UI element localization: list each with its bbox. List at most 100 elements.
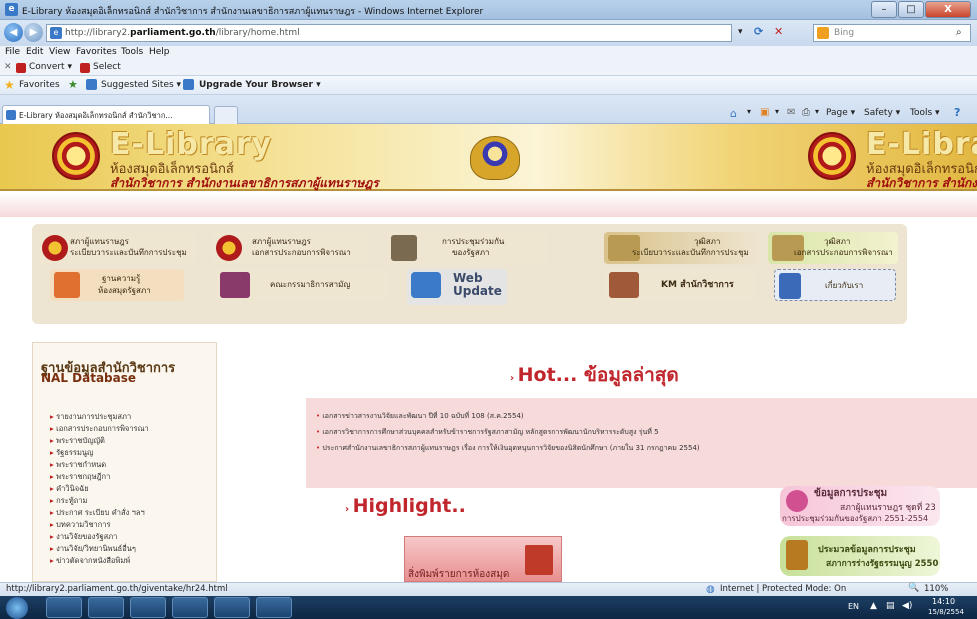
sidebar-link[interactable]: กระทู้ถาม xyxy=(50,495,87,507)
menu-tile-standing-committee[interactable]: คณะกรรมาธิการสามัญ xyxy=(216,269,388,301)
sidebar-link[interactable]: พระราชกฤษฎีกา xyxy=(50,471,110,483)
favorites-button[interactable]: Favorites xyxy=(19,80,60,90)
menu-edit[interactable]: Edit xyxy=(26,47,43,57)
taskbar-ie-icon[interactable] xyxy=(46,597,82,618)
news-item[interactable]: ประกาศสำนักงานเลขาธิการสภาผู้แทนราษฎร เร… xyxy=(316,443,699,454)
home-dropdown-icon[interactable]: ▾ xyxy=(747,107,751,116)
suggested-sites-link[interactable]: Suggested Sites ▾ xyxy=(101,80,181,90)
menu-tile-knowledge-base[interactable]: ฐานความรู้ ห้องสมุดรัฐสภา xyxy=(50,269,184,301)
tab-page-icon xyxy=(6,110,16,120)
panel-line2: สภาการร่างรัฐธรรมนูญ 2550 xyxy=(826,559,939,569)
favorites-star-icon: ★ xyxy=(4,78,15,92)
print-dropdown-icon[interactable]: ▾ xyxy=(815,107,819,116)
menu-view[interactable]: View xyxy=(49,47,70,57)
security-zone[interactable]: Internet | Protected Mode: On xyxy=(720,584,846,594)
sidebar-link[interactable]: รายงานการประชุมสภา xyxy=(50,411,131,423)
sidebar-link[interactable]: พระราชกำหนด xyxy=(50,459,106,471)
tray-arrow-icon[interactable]: ▲ xyxy=(870,601,877,611)
language-indicator[interactable]: EN xyxy=(848,602,859,611)
menu-tile-km[interactable]: KM สำนักวิชาการ xyxy=(605,269,755,301)
news-item[interactable]: เอกสารวิชาการการศึกษาส่วนบุคคลสำหรับข้าร… xyxy=(316,427,658,438)
feeds-icon[interactable]: ▣ xyxy=(760,107,769,118)
address-dropdown-icon[interactable]: ▾ xyxy=(738,27,743,37)
select-button[interactable]: Select xyxy=(93,62,121,72)
maximize-button[interactable]: □ xyxy=(898,1,924,18)
taskbar-word-icon[interactable] xyxy=(214,597,250,618)
banner-org: สำนักวิชาการ สำนักงานเลขาธิการสภาผู้แทนร… xyxy=(110,176,379,190)
menu-tools[interactable]: Tools xyxy=(121,47,143,57)
menu-help[interactable]: Help xyxy=(149,47,170,57)
meeting-info-panel[interactable]: ข้อมูลการประชุม สภาผู้แทนราษฎร ชุดที่ 23… xyxy=(780,486,940,526)
taskbar-explorer-icon[interactable] xyxy=(88,597,124,618)
menu-tile-about-us[interactable]: เกี่ยวกับเรา xyxy=(774,269,896,301)
address-bar[interactable]: e http://library2.parliament.go.th/libra… xyxy=(46,24,732,42)
menu-tile-hr-documents[interactable]: สภาผู้แทนราษฎร เอกสารประกอบการพิจารณา xyxy=(212,232,370,264)
print-icon[interactable]: ⎙ xyxy=(802,107,810,118)
convert-toolbar: ✕ Convert ▾ Select xyxy=(0,60,977,76)
hot-news-heading: › Hot... ข้อมูลล่าสุด xyxy=(510,364,679,386)
tile-line1: เกี่ยวกับเรา xyxy=(825,281,864,290)
zoom-level[interactable]: 110% xyxy=(924,584,948,594)
taskbar-app-icon[interactable] xyxy=(172,597,208,618)
close-button[interactable]: X xyxy=(925,1,971,18)
upgrade-browser-link[interactable]: Upgrade Your Browser ▾ xyxy=(199,80,321,90)
forward-icon[interactable]: ▶ xyxy=(24,23,43,42)
back-icon[interactable]: ◀ xyxy=(4,23,23,42)
menu-bar: File Edit View Favorites Tools Help xyxy=(0,46,977,60)
menu-favorites[interactable]: Favorites xyxy=(76,47,117,57)
start-button[interactable] xyxy=(6,597,28,619)
network-icon[interactable]: ▤ xyxy=(886,601,895,611)
menu-tile-web-update[interactable]: Web Update xyxy=(407,269,507,305)
hr-seal-icon xyxy=(216,235,242,261)
page-menu[interactable]: Page ▾ xyxy=(826,108,855,118)
address-row: ◀ ▶ e http://library2.parliament.go.th/l… xyxy=(0,20,977,46)
favorites-bar: ★ Favorites ★ Suggested Sites ▾ Upgrade … xyxy=(0,76,977,95)
close-toolbar-icon[interactable]: ✕ xyxy=(4,62,12,72)
mail-icon[interactable]: ✉ xyxy=(787,107,795,118)
menu-file[interactable]: File xyxy=(5,47,20,57)
tile-line2: ของรัฐสภา xyxy=(452,248,490,257)
tab-e-library[interactable]: E-Library ห้องสมุดอิเล็กทรอนิกส์ สำนักวิ… xyxy=(2,105,210,124)
title-bar: e E-Library ห้องสมุดอิเล็กทรอนิกส์ สำนัก… xyxy=(0,0,977,20)
news-item[interactable]: เอกสารข่าวสารงานวิจัยและพัฒนา ปีที่ 10 ฉ… xyxy=(316,411,523,422)
sidebar-link[interactable]: บทความวิชาการ xyxy=(50,519,110,531)
clock-date[interactable]: 15/8/2554 xyxy=(928,608,964,616)
taskbar-media-icon[interactable] xyxy=(130,597,166,618)
refresh-icon[interactable]: ⟳ xyxy=(754,25,763,38)
sidebar-link[interactable]: งานวิจัย/วิทยานิพนธ์อื่นๆ xyxy=(50,543,136,555)
committee-icon xyxy=(220,272,250,298)
add-favorite-icon[interactable]: ★ xyxy=(68,78,78,91)
sidebar-link[interactable]: งานวิจัยของรัฐสภา xyxy=(50,531,117,543)
menu-tile-senate-minutes[interactable]: วุฒิสภา ระเบียบวาระและบันทึกการประชุม xyxy=(604,232,764,264)
menu-tile-senate-documents[interactable]: วุฒิสภา เอกสารประกอบการพิจารณา xyxy=(768,232,898,264)
bing-icon xyxy=(817,27,829,39)
tile-line2: ห้องสมุดรัฐสภา xyxy=(98,286,151,295)
feeds-dropdown-icon[interactable]: ▾ xyxy=(775,107,779,116)
taskbar-app2-icon[interactable] xyxy=(256,597,292,618)
sidebar-link[interactable]: เอกสารประกอบการพิจารณา xyxy=(50,423,149,435)
new-tab-button[interactable] xyxy=(214,106,238,124)
convert-button[interactable]: Convert ▾ xyxy=(29,62,72,72)
constitution-panel[interactable]: ประมวลข้อมูลการประชุม สภาการร่างรัฐธรรมน… xyxy=(780,536,940,576)
minimize-button[interactable]: – xyxy=(871,1,897,18)
home-icon[interactable]: ⌂ xyxy=(730,107,737,120)
status-link-url: http://library2.parliament.go.th/giventa… xyxy=(6,584,228,594)
stop-icon[interactable]: ✕ xyxy=(774,25,783,38)
help-icon[interactable]: ? xyxy=(954,106,960,119)
sidebar-link[interactable]: คำวินิจฉัย xyxy=(50,483,88,495)
pink-band xyxy=(0,193,977,217)
sidebar-link[interactable]: พระราชบัญญัติ xyxy=(50,435,105,447)
search-icon[interactable]: ⌕ xyxy=(956,27,962,38)
menu-tile-hr-minutes[interactable]: สภาผู้แทนราษฎร ระเบียบวาระและบันทึกการปร… xyxy=(38,232,196,264)
safety-menu[interactable]: Safety ▾ xyxy=(864,108,900,118)
menu-tile-joint-session[interactable]: การประชุมร่วมกัน ของรัฐสภา xyxy=(387,232,547,264)
panel-title: ข้อมูลการประชุม xyxy=(814,488,888,499)
sidebar-link[interactable]: ประกาศ ระเบียบ คำสั่ง ฯลฯ xyxy=(50,507,145,519)
tools-menu[interactable]: Tools ▾ xyxy=(910,108,940,118)
search-placeholder: Bing xyxy=(834,28,855,38)
clock-time[interactable]: 14:10 xyxy=(932,597,955,606)
sidebar-link[interactable]: ข่าวตัดจากหนังสือพิมพ์ xyxy=(50,555,130,567)
sidebar-link[interactable]: รัฐธรรมนูญ xyxy=(50,447,93,459)
search-input[interactable]: Bing ⌕ xyxy=(813,24,971,42)
volume-icon[interactable]: ◀) xyxy=(902,601,912,611)
